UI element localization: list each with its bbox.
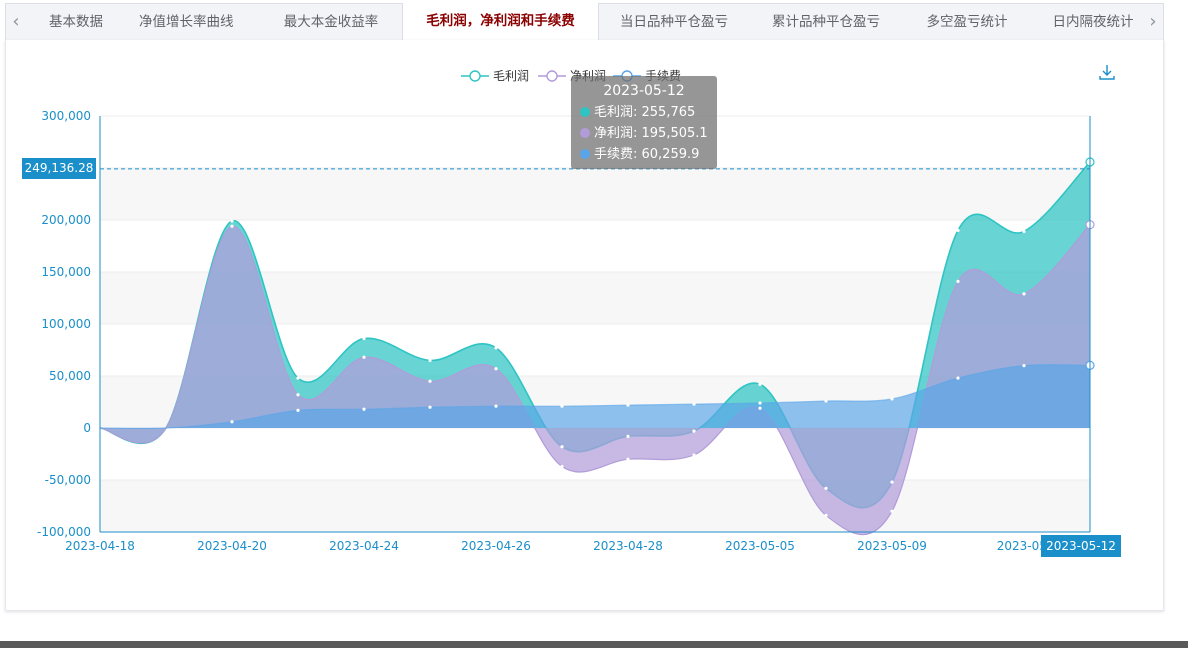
y-tick-label: -100,000 [37, 525, 91, 539]
x-tick-label: 2023-04-20 [197, 539, 267, 553]
tooltip-title: 2023-05-12 [603, 83, 685, 99]
net-profit-point [296, 393, 300, 397]
gross-profit-point [758, 382, 762, 386]
gross-profit-point [824, 486, 828, 490]
tooltip-fee-value: 手续费: 60,259.9 [594, 147, 700, 162]
window-bottom-edge [0, 641, 1188, 648]
tooltip-dot [580, 128, 590, 138]
grid-band [100, 168, 1090, 220]
fee-point [890, 397, 894, 401]
x-tick-label: 2023-04-28 [593, 539, 663, 553]
fee-point [1022, 364, 1026, 368]
y-tick-label: 150,000 [41, 265, 91, 279]
legend-label: 毛利润 [493, 69, 529, 83]
grid-band [100, 480, 1090, 532]
net-profit-point [758, 406, 762, 410]
gross-profit-point [692, 429, 696, 433]
net-profit-point [428, 379, 432, 383]
legend-item-gross-profit[interactable]: 毛利润 [461, 69, 529, 83]
fee-point [560, 404, 564, 408]
x-tick-label: 2023-04-24 [329, 539, 399, 553]
gross-profit-point [494, 346, 498, 350]
fee-point [956, 376, 960, 380]
gross-profit-point [956, 228, 960, 232]
net-profit-point [494, 367, 498, 371]
gross-profit-point [626, 434, 630, 438]
gross-profit-point [1022, 229, 1026, 234]
net-profit-point [1022, 292, 1026, 296]
y-axis-pointer-label: 249,136.28 [22, 158, 96, 179]
tooltip-dot [580, 149, 590, 159]
y-tick-label: 100,000 [41, 317, 91, 331]
gross-profit-point [890, 480, 894, 484]
download-icon[interactable] [1097, 62, 1117, 82]
fee-point [758, 401, 762, 405]
x-tick-label: 2023-04-18 [65, 539, 135, 553]
fee-point [362, 407, 366, 411]
tooltip-gross-value: 毛利润: 255,765 [594, 105, 696, 120]
fee-point [824, 399, 828, 403]
tooltip-row-net: 净利润: 195,505.1 [580, 123, 708, 144]
tooltip-net-value: 净利润: 195,505.1 [594, 126, 708, 141]
net-profit-point [956, 279, 960, 283]
net-profit-point [692, 453, 696, 457]
net-profit-point [824, 513, 828, 517]
tooltip-row-fee: 手续费: 60,259.9 [580, 144, 708, 165]
y-tick-label: 0 [83, 421, 91, 435]
x-tick-label: 2023-05-05 [725, 539, 795, 553]
net-profit-point [890, 509, 894, 513]
fee-point [626, 403, 630, 407]
tooltip-row-gross: 毛利润: 255,765 [580, 102, 708, 123]
tooltip-dot [580, 107, 590, 117]
fee-point [692, 402, 696, 406]
y-tick-label: -50,000 [45, 473, 91, 487]
chart-tooltip: 2023-05-12 毛利润: 255,765 净利润: 195,505.1 手… [571, 76, 717, 169]
y-tick-label: 200,000 [41, 213, 91, 227]
fee-point [230, 420, 234, 424]
gross-profit-point [362, 336, 366, 341]
y-tick-label: 300,000 [41, 109, 91, 123]
fee-point [428, 405, 432, 409]
x-axis-pointer-label: 2023-05-12 [1041, 535, 1121, 557]
legend-marker [546, 70, 558, 82]
gross-profit-point [428, 358, 432, 362]
gross-profit-point [230, 219, 234, 223]
gross-profit-point [560, 445, 564, 449]
y-tick-label: 50,000 [49, 369, 91, 383]
fee-point [296, 408, 300, 412]
net-profit-point [230, 224, 234, 228]
net-profit-point [362, 355, 366, 359]
fee-point [494, 404, 498, 408]
legend-marker [469, 70, 481, 82]
net-profit-point [626, 457, 630, 461]
x-tick-label: 2023-04-26 [461, 539, 531, 553]
net-profit-point [560, 464, 564, 469]
x-tick-label: 2023-05-09 [857, 539, 927, 553]
gross-profit-point [296, 376, 300, 380]
